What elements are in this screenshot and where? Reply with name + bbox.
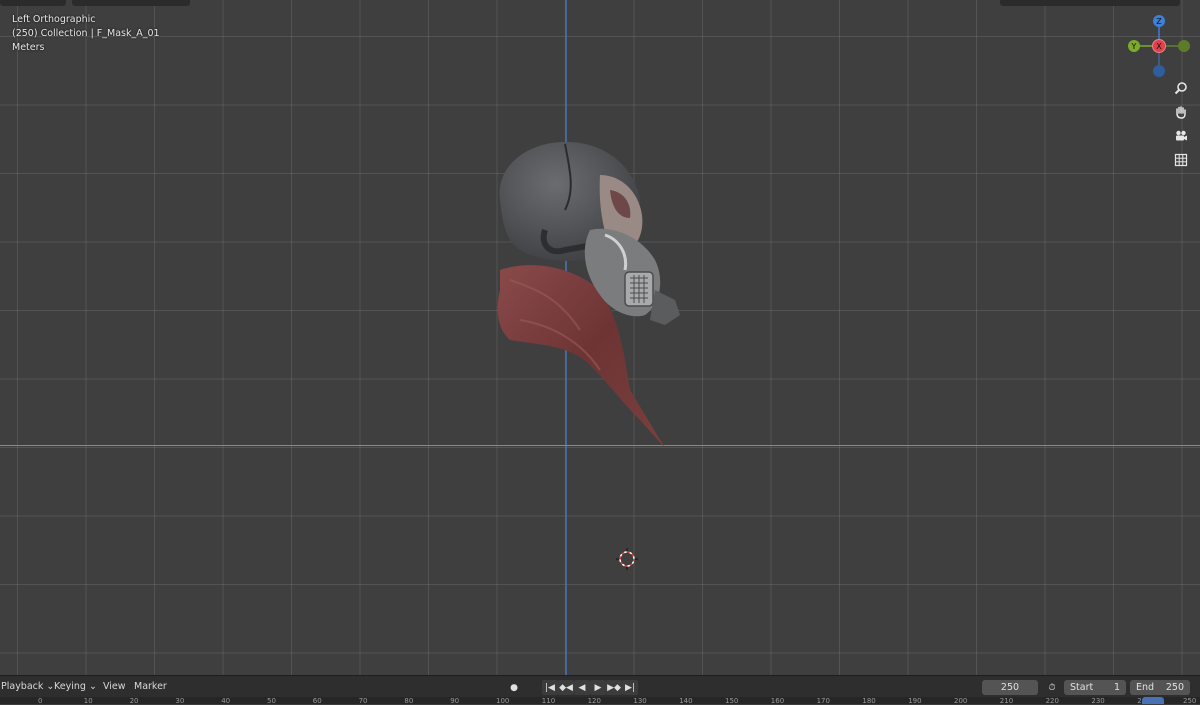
play-reverse-icon[interactable]: ◀ — [574, 680, 590, 695]
header-strip-right[interactable] — [1000, 0, 1180, 6]
jump-end-icon[interactable]: ▶| — [622, 680, 638, 695]
jump-start-icon[interactable]: |◀ — [542, 680, 558, 695]
current-frame-field[interactable]: 250 — [982, 680, 1038, 695]
play-icon[interactable]: ▶ — [590, 680, 606, 695]
gizmo-z-label: Z — [1156, 17, 1162, 26]
start-value: 1 — [1113, 682, 1120, 693]
prev-keyframe-icon[interactable]: ◆◀ — [558, 680, 574, 695]
keying-menu[interactable]: Keying ⌄ — [54, 681, 97, 693]
gizmo-y-label: Y — [1131, 42, 1137, 51]
view-menu[interactable]: View — [103, 681, 126, 693]
end-value: 250 — [1165, 682, 1184, 693]
frame-ruler[interactable]: 0 10 20 30 40 50 60 70 80 90 100 110 120 130 140 150 160… — [0, 697, 1200, 705]
header-strip-mid[interactable] — [72, 0, 190, 6]
collection-info: (250) Collection | F_Mask_A_01 — [12, 28, 160, 39]
stopwatch-icon[interactable]: ⏱ — [1044, 680, 1060, 695]
end-label: End — [1136, 682, 1155, 693]
next-keyframe-icon[interactable]: ▶◆ — [606, 680, 622, 695]
3d-viewport[interactable]: Left Orthographic (250) Collection | F_M… — [0, 0, 1200, 675]
chevron-down-icon: ⌄ — [88, 681, 97, 692]
header-strip-left[interactable] — [0, 0, 66, 6]
zoom-icon[interactable] — [1170, 78, 1192, 98]
gizmo-neg-z-axis[interactable] — [1153, 65, 1165, 77]
start-frame-field[interactable]: Start 1 — [1064, 680, 1126, 695]
marker-menu[interactable]: Marker — [134, 681, 167, 693]
navigation-gizmo[interactable]: Z Y X — [1120, 10, 1200, 82]
playhead[interactable] — [1142, 697, 1164, 704]
units-label: Meters — [12, 42, 45, 53]
mask-model[interactable] — [470, 130, 710, 460]
end-frame-field[interactable]: End 250 — [1130, 680, 1190, 695]
gizmo-neg-y-axis[interactable] — [1178, 40, 1190, 52]
grid-ortho-icon[interactable] — [1170, 150, 1192, 170]
view-name: Left Orthographic — [12, 14, 96, 25]
3d-cursor[interactable] — [616, 548, 638, 570]
camera-icon[interactable] — [1170, 126, 1192, 146]
start-label: Start — [1070, 682, 1094, 693]
record-icon[interactable]: ● — [506, 680, 522, 695]
playback-menu[interactable]: Playback ⌄ — [1, 681, 54, 693]
hand-pan-icon[interactable] — [1170, 102, 1192, 122]
gizmo-x-label: X — [1156, 42, 1162, 51]
